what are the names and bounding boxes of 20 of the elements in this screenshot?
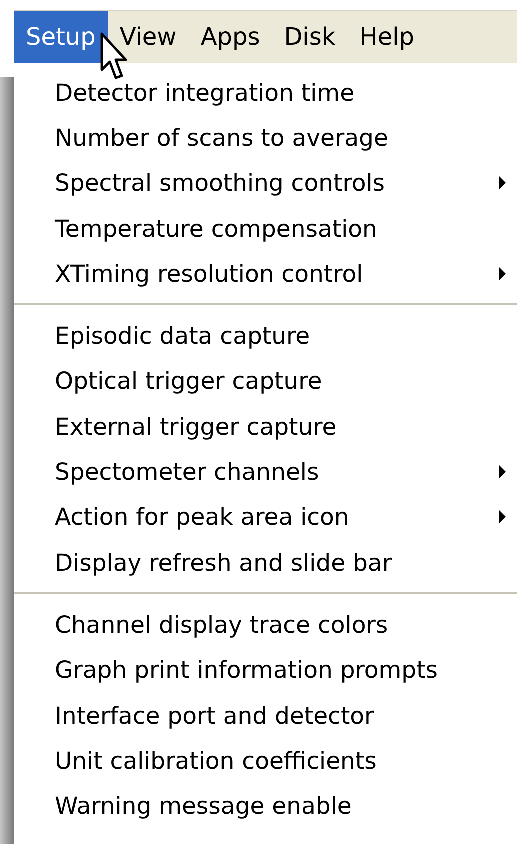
menu-item[interactable]: XTiming resolution control (14, 251, 517, 296)
menu-item[interactable]: Graph print information prompts (14, 648, 517, 693)
menu-item[interactable]: Action for peak area icon (14, 494, 517, 540)
menu-item[interactable]: Interface port and detector (14, 692, 517, 738)
menu-item[interactable]: Spectometer channels (14, 449, 517, 495)
menu-item[interactable]: Temperature compensation (14, 206, 517, 252)
menu-item[interactable]: Unit calibration coefficients (14, 738, 517, 784)
menu-bar-item[interactable]: Apps (188, 11, 272, 63)
menu-bar-item[interactable]: Setup (14, 11, 108, 63)
menu-bar-item[interactable]: Disk (272, 11, 348, 63)
menu-item[interactable]: Warning message enable (14, 783, 517, 829)
menu-item[interactable]: Spectral smoothing controls (14, 160, 517, 206)
menu-item[interactable]: Optical trigger capture (14, 358, 517, 404)
menu-item[interactable]: Episodic data capture (14, 313, 517, 359)
menu-item[interactable]: External trigger capture (14, 404, 517, 450)
menu-item[interactable]: Number of scans to average (14, 115, 517, 161)
menu-item[interactable]: Display refresh and slide bar (14, 540, 517, 586)
menu-item[interactable]: Detector integration time (14, 70, 517, 116)
menu-item[interactable]: Channel display trace colors (14, 602, 517, 648)
menu-bar-item[interactable]: Help (348, 11, 426, 63)
